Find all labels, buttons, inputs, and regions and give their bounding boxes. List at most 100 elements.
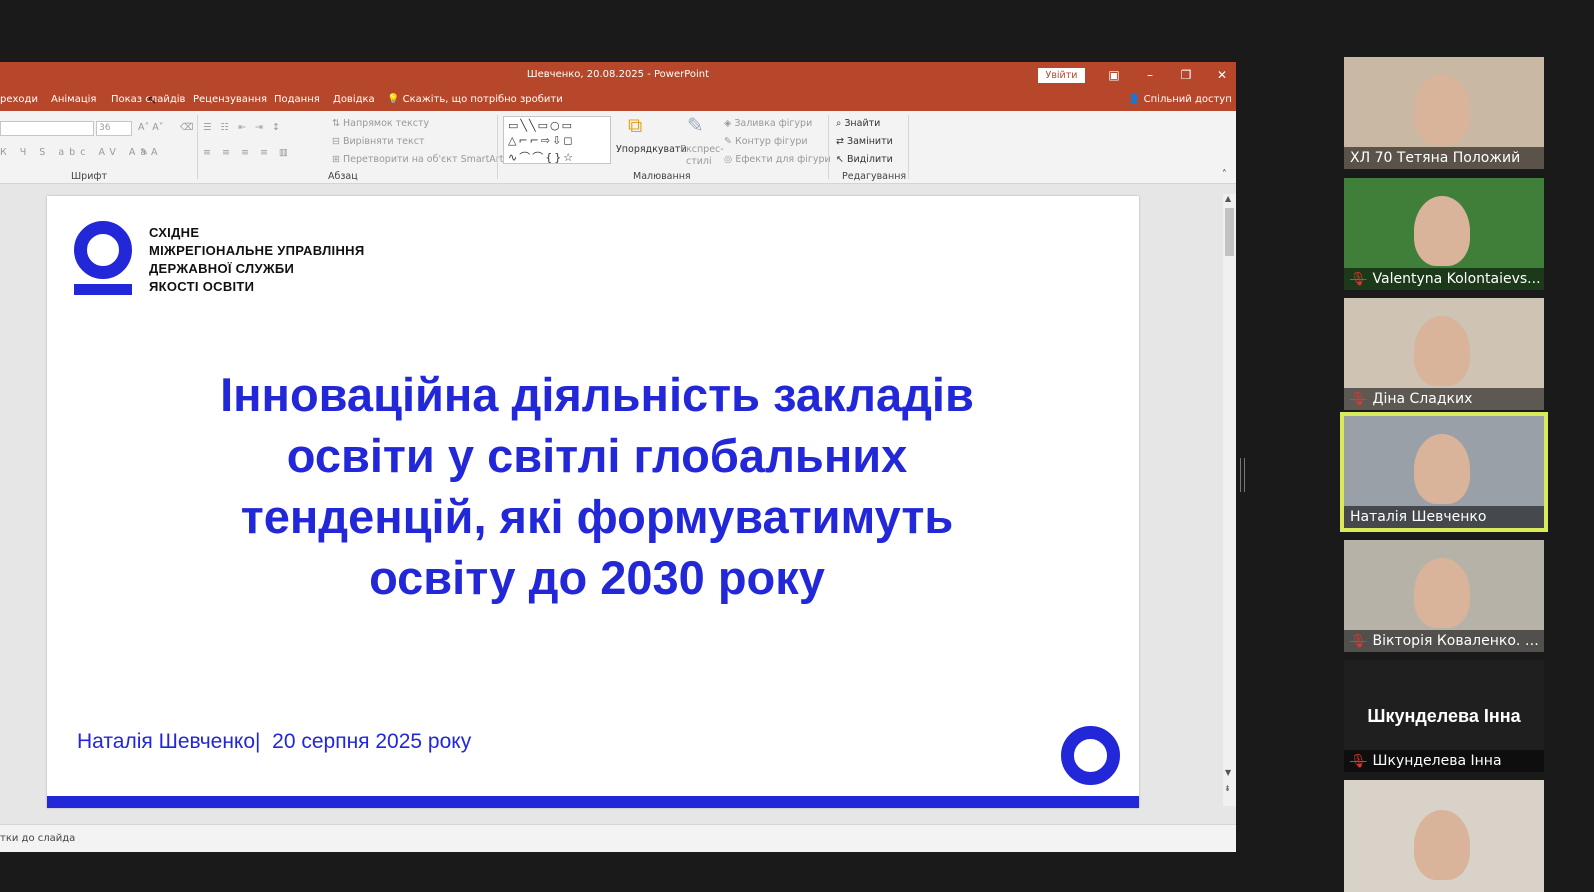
- mic-muted-icon: 🎙: [1350, 754, 1367, 769]
- clear-format-icon[interactable]: ⌫: [180, 122, 193, 133]
- find-label: Знайти: [844, 118, 881, 129]
- participant-face: [1414, 316, 1470, 386]
- participant-tile[interactable]: Наталія Шевченко: [1340, 412, 1548, 532]
- participant-tile[interactable]: 🎙 Діна Сладких: [1344, 298, 1544, 410]
- org-line: ДЕРЖАВНОЇ СЛУЖБИ: [149, 261, 295, 276]
- mouse-cursor-icon: ↖: [147, 93, 158, 107]
- participant-tile[interactable]: Шкунделева Інна 🎙 Шкунделева Інна: [1344, 660, 1544, 772]
- logo-bar-icon: [74, 284, 132, 295]
- list-icons[interactable]: ☰ ☷ ⇤ ⇥ ↕: [203, 122, 283, 133]
- font-color-icons[interactable]: ✎ A: [140, 147, 157, 158]
- share-button[interactable]: 👤 Спільний доступ: [1128, 94, 1232, 105]
- lightbulb-icon: 💡: [387, 94, 403, 105]
- participant-tile[interactable]: [1344, 780, 1544, 892]
- panel-splitter-handle[interactable]: [1240, 458, 1245, 492]
- scroll-up-icon[interactable]: ▲: [1225, 194, 1231, 203]
- grow-font-icon[interactable]: A˄ A˅: [138, 122, 164, 133]
- participant-tile[interactable]: ХЛ 70 Тетяна Положий: [1344, 57, 1544, 169]
- quick-styles-button-line2[interactable]: стилі: [686, 156, 712, 167]
- mic-muted-icon: 🎙: [1350, 634, 1367, 649]
- replace-button[interactable]: ⇄ Замінити: [836, 136, 893, 147]
- paint-bucket-icon: ◈: [724, 118, 735, 129]
- slide[interactable]: СХІДНЕ МІЖРЕГІОНАЛЬНЕ УПРАВЛІННЯ ДЕРЖАВН…: [47, 196, 1139, 808]
- shapes-row-3-icon: ∿⌒⌒{}☆: [508, 151, 576, 164]
- shapes-row-2-icon: △⌐⌐⇨⇩◻: [508, 134, 575, 147]
- restore-icon[interactable]: ❐: [1176, 66, 1196, 84]
- convert-smartart-label: Перетворити на об'єкт SmartArt: [342, 154, 504, 165]
- title-line: тенденцій, які формуватимуть: [240, 490, 954, 543]
- tab-review[interactable]: Рецензування: [193, 94, 267, 105]
- tab-view[interactable]: Подання: [274, 94, 320, 105]
- participant-tile[interactable]: 🎙 Вікторія Коваленко. С...: [1344, 540, 1544, 652]
- participant-name: Наталія Шевченко: [1350, 509, 1487, 525]
- convert-smartart-button[interactable]: ⊞ Перетворити на об'єкт SmartArt: [332, 154, 503, 165]
- notes-hint[interactable]: тки до слайда: [0, 833, 75, 844]
- participant-name: Діна Сладких: [1372, 391, 1473, 407]
- participant-display-name: Шкунделева Інна: [1367, 706, 1521, 726]
- group-divider: [497, 115, 498, 179]
- ribbon: 36 A˄ A˅ ⌫ К Ч S abc AV Aa ✎ A Шрифт ☰ ☷…: [0, 111, 1236, 184]
- author-date-line: Наталія Шевченко| 20 серпня 2025 року: [77, 730, 472, 753]
- org-line: МІЖРЕГІОНАЛЬНЕ УПРАВЛІННЯ: [149, 243, 365, 258]
- participant-name: Шкунделева Інна: [1372, 753, 1502, 769]
- shape-outline-label: Контур фігури: [734, 136, 808, 147]
- participant-face: [1414, 75, 1470, 145]
- font-format-icons[interactable]: К Ч S abc AV Aa: [0, 147, 151, 158]
- text-direction-icon: ⇅: [332, 118, 343, 129]
- close-icon[interactable]: ✕: [1212, 66, 1232, 84]
- title-line: Інноваційна діяльність закладів: [220, 368, 974, 421]
- next-slide-icon[interactable]: ⇟: [1224, 784, 1231, 793]
- select-button[interactable]: ↖ Виділити: [836, 154, 893, 165]
- participant-name-bar: 🎙 Valentyna Kolontaievs...: [1344, 268, 1544, 290]
- align-text-button[interactable]: ⊟ Вирівняти текст: [332, 136, 424, 147]
- scroll-thumb[interactable]: [1225, 208, 1234, 256]
- pencil-icon: ✎: [724, 136, 735, 147]
- font-group-label: Шрифт: [71, 171, 108, 182]
- participant-name: Valentyna Kolontaievs...: [1372, 271, 1541, 287]
- replace-label: Замінити: [846, 136, 893, 147]
- effects-icon: ◎: [724, 154, 736, 165]
- smartart-icon: ⊞: [332, 154, 343, 165]
- tab-animation[interactable]: Анімація: [51, 94, 96, 105]
- shared-screen: Шевченко, 20.08.2025 - PowerPoint Увійти…: [0, 62, 1236, 852]
- slide-title: Інноваційна діяльність закладів освіти у…: [107, 364, 1087, 608]
- shape-outline-button[interactable]: ✎ Контур фігури: [724, 136, 808, 147]
- align-icons[interactable]: ≡ ≡ ≡ ≡ ▥: [203, 147, 292, 158]
- ribbon-tabs: реходи Анімація Показ слайдів Рецензуван…: [0, 89, 1236, 111]
- group-divider: [197, 115, 198, 179]
- bottom-accent-bar: [47, 796, 1139, 808]
- shape-fill-button[interactable]: ◈ Заливка фігури: [724, 118, 812, 129]
- tab-transitions[interactable]: реходи: [0, 94, 38, 105]
- sign-in-button[interactable]: Увійти: [1038, 68, 1085, 83]
- tab-help[interactable]: Довідка: [333, 94, 375, 105]
- minimize-icon[interactable]: –: [1140, 66, 1160, 84]
- mic-muted-icon: 🎙: [1350, 272, 1367, 287]
- font-name-field[interactable]: [0, 121, 94, 136]
- arrange-button[interactable]: Упорядкувати: [616, 144, 687, 155]
- title-line: освіту до 2030 року: [369, 551, 825, 604]
- shape-effects-button[interactable]: ◎ Ефекти для фігури: [724, 154, 831, 165]
- find-button[interactable]: ⌕ Знайти: [836, 118, 880, 129]
- tell-me-search[interactable]: 💡 Скажіть, що потрібно зробити: [387, 94, 563, 105]
- ribbon-display-icon[interactable]: ▣: [1104, 66, 1124, 84]
- vertical-scrollbar[interactable]: ▲ ▼ ⇟: [1223, 194, 1236, 806]
- title-bar: Шевченко, 20.08.2025 - PowerPoint Увійти…: [0, 62, 1236, 89]
- participant-face: [1414, 434, 1470, 504]
- shapes-gallery[interactable]: ▭╲╲▭○▭ △⌐⌐⇨⇩◻ ∿⌒⌒{}☆: [503, 116, 611, 164]
- title-line: освіти у світлі глобальних: [286, 429, 908, 482]
- mic-muted-icon: 🎙: [1350, 392, 1367, 407]
- quick-styles-button-line1[interactable]: Експрес-: [680, 144, 724, 155]
- scroll-down-icon[interactable]: ▼: [1225, 768, 1231, 777]
- person-icon: 👤: [1128, 94, 1144, 105]
- participant-name: Вікторія Коваленко. С...: [1372, 633, 1544, 649]
- cursor-icon: ↖: [836, 154, 847, 165]
- text-direction-button[interactable]: ⇅ Напрямок тексту: [332, 118, 429, 129]
- participant-tile[interactable]: 🎙 Valentyna Kolontaievs...: [1344, 178, 1544, 290]
- org-line: СХІДНЕ: [149, 225, 200, 240]
- align-text-label: Вирівняти текст: [342, 136, 425, 147]
- participant-name-bar: 🎙 Вікторія Коваленко. С...: [1344, 630, 1544, 652]
- tell-me-label: Скажіть, що потрібно зробити: [402, 94, 563, 105]
- shapes-row-1-icon: ▭╲╲▭○▭: [508, 119, 575, 132]
- font-size-field[interactable]: 36: [96, 121, 132, 136]
- collapse-ribbon-icon[interactable]: ˄: [1222, 169, 1227, 180]
